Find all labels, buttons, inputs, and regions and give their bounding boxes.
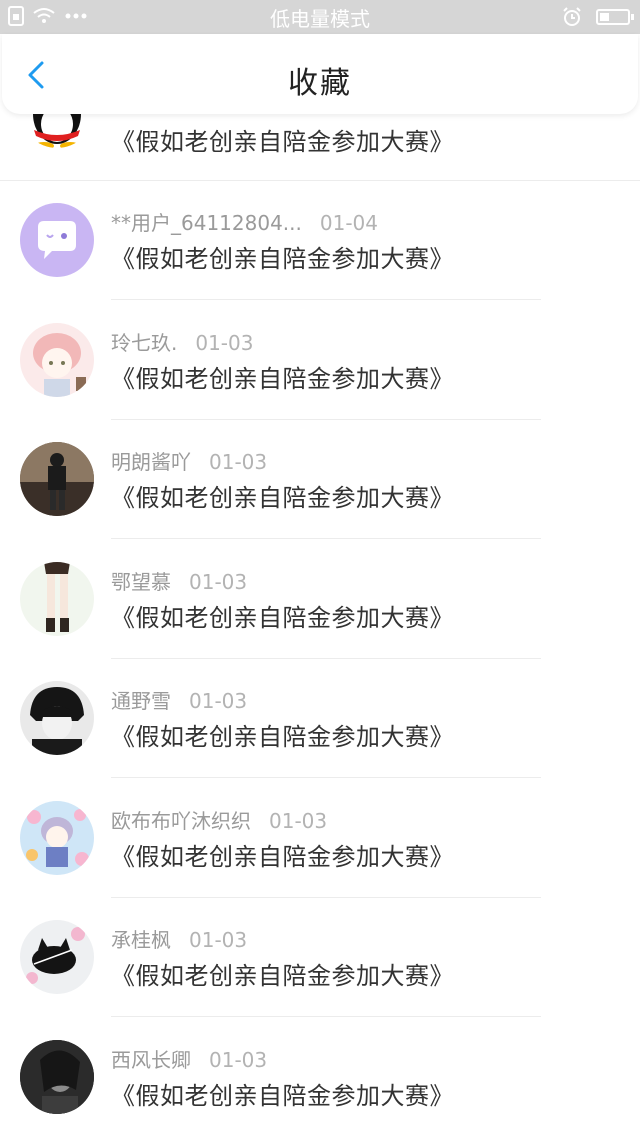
item-meta: 承桂枫 01-03 bbox=[111, 924, 247, 953]
item-username[interactable]: 承桂枫 bbox=[111, 928, 171, 952]
item-title: 《假如老创亲自陪金参加大赛》 bbox=[111, 1081, 454, 1110]
item-title: 《假如老创亲自陪金参加大赛》 bbox=[111, 364, 454, 393]
list-item[interactable]: 承桂枫 01-03 《假如老创亲自陪金参加大赛》 bbox=[0, 898, 640, 1018]
list-item[interactable]: 欧布布吖沐织织 01-03 《假如老创亲自陪金参加大赛》 bbox=[0, 779, 640, 899]
item-date: 01-03 bbox=[209, 450, 268, 474]
item-meta: 明朗酱吖 01-03 bbox=[111, 446, 267, 475]
item-title: 《假如老创亲自陪金参加大赛》 bbox=[111, 603, 454, 632]
item-meta: 通野雪 01-03 bbox=[111, 685, 247, 714]
favorites-list: 《假如老创亲自陪金参加大赛》 **用户_64112804... 01-04 《假如… bbox=[0, 74, 640, 1138]
item-meta: 玲七玖. 01-03 bbox=[111, 327, 253, 356]
item-username[interactable]: 鄂望慕 bbox=[111, 570, 171, 594]
list-item[interactable]: 通野雪 01-03 《假如老创亲自陪金参加大赛》 bbox=[0, 659, 640, 779]
purple-chat-avatar bbox=[20, 203, 94, 277]
item-username[interactable]: 西风长卿 bbox=[111, 1048, 191, 1072]
item-meta: 鄂望慕 01-03 bbox=[111, 566, 247, 595]
dark-portrait-avatar bbox=[20, 1039, 94, 1114]
nav-bar: 收藏 bbox=[2, 34, 638, 114]
list-item[interactable]: 鄂望慕 01-03 《假如老创亲自陪金参加大赛》 bbox=[0, 540, 640, 660]
status-title: 低电量模式 bbox=[270, 7, 370, 31]
item-title: 《假如老创亲自陪金参加大赛》 bbox=[111, 484, 454, 512]
item-date: 01-03 bbox=[189, 928, 248, 952]
item-username[interactable]: 明朗酱吖 bbox=[111, 450, 191, 474]
legs-avatar bbox=[20, 561, 94, 636]
status-bar: 低电量模式 bbox=[0, 0, 640, 34]
item-title: 《假如老创亲自陪金参加大赛》 bbox=[111, 723, 454, 751]
item-title: 《假如老创亲自陪金参加大赛》 bbox=[111, 962, 454, 990]
list-item[interactable]: 明朗酱吖 01-03 《假如老创亲自陪金参加大赛》 bbox=[0, 420, 640, 540]
black-cat-avatar bbox=[20, 920, 94, 994]
battery-icon bbox=[596, 9, 634, 25]
dark-hair-boy-avatar bbox=[20, 681, 94, 755]
item-date: 01-03 bbox=[269, 808, 328, 833]
list-item[interactable]: 《假如老创亲自陪金参加大赛》 bbox=[0, 74, 640, 181]
item-date: 01-03 bbox=[189, 689, 248, 713]
street-photo-avatar bbox=[20, 442, 94, 516]
list-item[interactable]: 西风长卿 01-03 《假如老创亲自陪金参加大赛》 bbox=[0, 1018, 640, 1138]
item-meta: **用户_64112804... 01-04 bbox=[111, 207, 378, 236]
item-title: 《假如老创亲自陪金参加大赛》 bbox=[111, 128, 454, 156]
item-meta: 欧布布吖沐织织 01-03 bbox=[111, 805, 327, 834]
item-username[interactable]: 通野雪 bbox=[111, 689, 171, 713]
status-icons-right bbox=[562, 7, 634, 27]
alarm-icon bbox=[563, 7, 581, 26]
item-meta: 西风长卿 01-03 bbox=[111, 1044, 267, 1073]
item-title: 《假如老创亲自陪金参加大赛》 bbox=[111, 245, 454, 273]
item-username[interactable]: 欧布布吖沐织织 bbox=[111, 809, 251, 833]
list-item[interactable]: **用户_64112804... 01-04 《假如老创亲自陪金参加大赛》 bbox=[0, 181, 640, 301]
anime-girl-flowers-avatar bbox=[20, 800, 94, 875]
item-date: 01-03 bbox=[209, 1047, 268, 1072]
item-date: 01-03 bbox=[195, 330, 254, 355]
item-username[interactable]: **用户_64112804... bbox=[111, 211, 302, 235]
item-date: 01-03 bbox=[189, 569, 248, 594]
item-title: 《假如老创亲自陪金参加大赛》 bbox=[111, 842, 454, 871]
item-date: 01-04 bbox=[319, 211, 378, 235]
anime-pink-hair-avatar bbox=[20, 322, 94, 397]
page-title: 收藏 bbox=[288, 66, 352, 101]
item-username[interactable]: 玲七玖. bbox=[111, 331, 177, 355]
list-item[interactable]: 玲七玖. 01-03 《假如老创亲自陪金参加大赛》 bbox=[0, 301, 640, 421]
